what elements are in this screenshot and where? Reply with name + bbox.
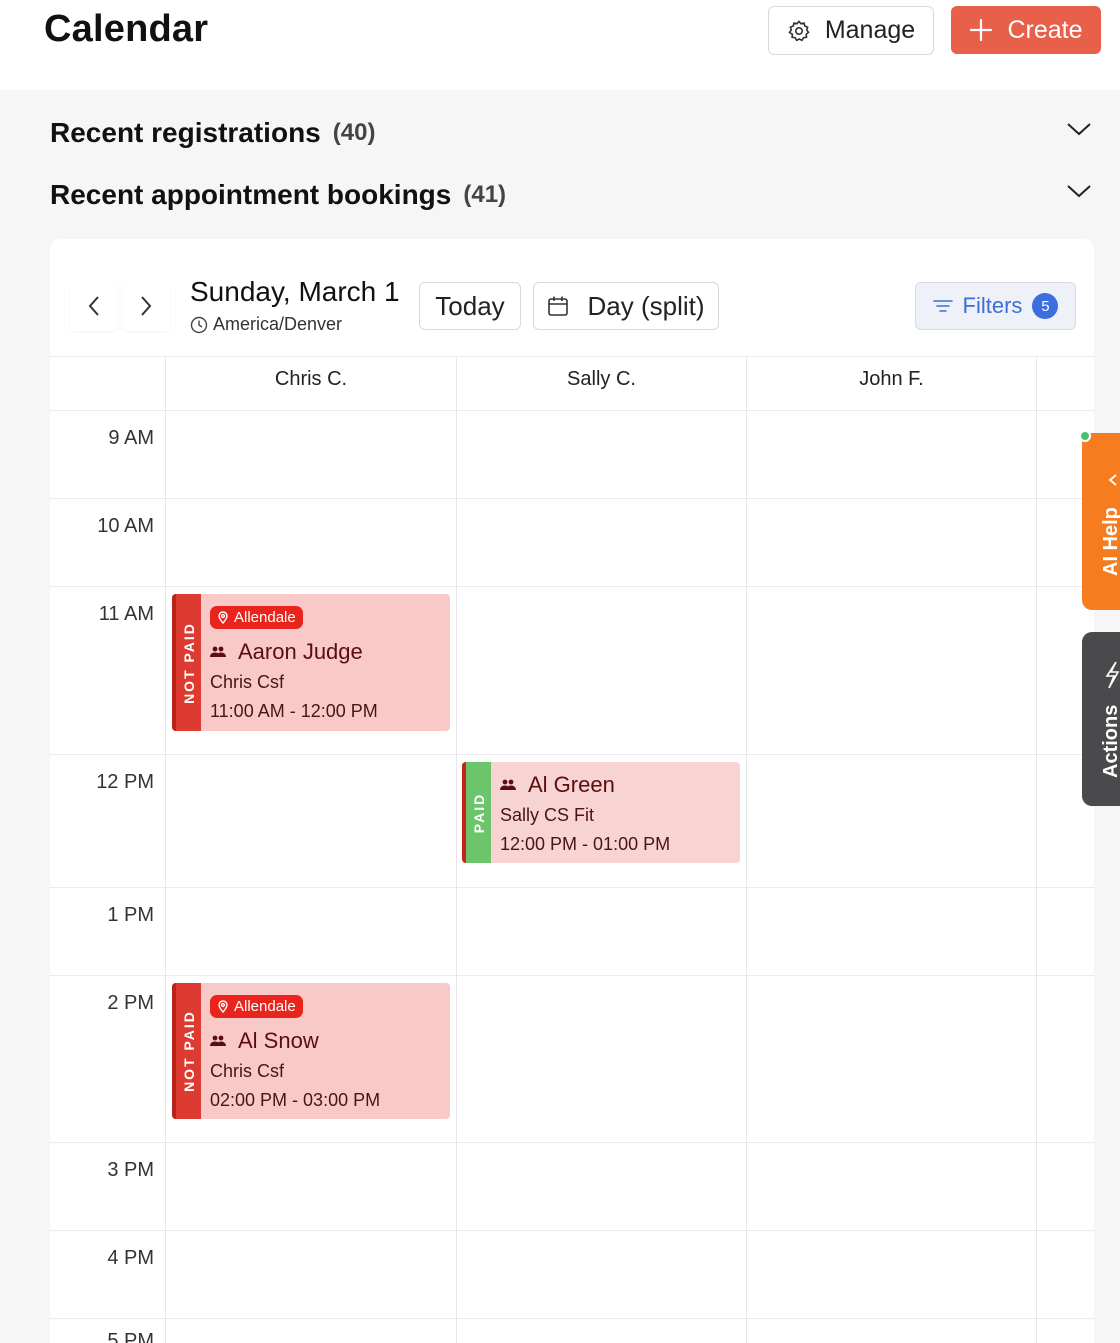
map-pin-icon xyxy=(218,1000,228,1013)
users-icon xyxy=(500,779,516,790)
hour-label: 2 PM xyxy=(107,992,154,1014)
actions-label: Actions xyxy=(1100,704,1120,778)
chevron-down-icon xyxy=(1067,123,1091,136)
client-name-text: Al Snow xyxy=(238,1028,319,1053)
grid-divider xyxy=(50,1318,1094,1319)
payment-status-label: NOT PAID xyxy=(180,1010,197,1092)
grid-divider xyxy=(50,356,1094,357)
hour-label: 11 AM xyxy=(98,603,154,625)
grid-divider xyxy=(50,975,1094,976)
location-label: Allendale xyxy=(234,998,296,1015)
filters-label: Filters xyxy=(962,293,1023,318)
actions-tab[interactable]: Actions xyxy=(1082,632,1120,806)
client-name-text: Al Green xyxy=(528,772,615,797)
recent-registrations-toggle[interactable]: Recent registrations (40) xyxy=(50,113,1094,153)
ai-help-label: AI Help xyxy=(1100,507,1120,576)
timezone-text: America/Denver xyxy=(213,314,343,334)
event-time: 12:00 PM - 01:00 PM xyxy=(500,834,671,854)
grid-divider xyxy=(50,1142,1094,1143)
service-name: Sally CS Fit xyxy=(500,805,595,825)
event-time: 02:00 PM - 03:00 PM xyxy=(210,1090,381,1110)
today-button[interactable]: Today xyxy=(419,282,521,330)
location-badge: Allendale xyxy=(210,606,303,629)
grid-divider xyxy=(50,754,1094,755)
hour-label: 3 PM xyxy=(107,1159,154,1181)
grid-divider xyxy=(50,410,1094,411)
appointment-event[interactable]: NOT PAID Allendale Al Snow Chris Csf 02:… xyxy=(172,983,450,1119)
recent-appointments-label: Recent appointment bookings xyxy=(50,179,452,210)
next-day-button[interactable] xyxy=(122,281,170,331)
ai-help-tab[interactable]: AI Help xyxy=(1082,433,1120,610)
view-label: Day (split) xyxy=(587,290,705,321)
manage-button[interactable]: Manage xyxy=(768,6,934,55)
lightning-icon xyxy=(1105,661,1120,689)
timezone-label: America/Denver xyxy=(190,314,342,335)
payment-status-label: PAID xyxy=(470,792,487,833)
previous-day-button[interactable] xyxy=(70,281,118,331)
recent-registrations-label: Recent registrations xyxy=(50,117,321,148)
users-icon xyxy=(210,1035,226,1046)
appointment-event[interactable]: NOT PAID Allendale Aaron Judge Chris Csf… xyxy=(172,594,450,731)
chevron-right-icon xyxy=(141,296,152,316)
filters-button[interactable]: Filters 5 xyxy=(915,282,1076,330)
hour-label: 9 AM xyxy=(108,427,154,449)
hour-label: 12 PM xyxy=(96,771,154,793)
gear-icon xyxy=(788,19,810,41)
page-title: Calendar xyxy=(44,8,209,50)
service-name: Chris Csf xyxy=(210,672,285,692)
grid-divider xyxy=(50,498,1094,499)
client-name: Al Snow xyxy=(210,1028,319,1054)
location-badge: Allendale xyxy=(210,995,303,1018)
payment-status-strip: PAID xyxy=(462,762,491,863)
manage-label: Manage xyxy=(824,16,916,44)
grid-divider xyxy=(50,1230,1094,1231)
chevron-down-icon xyxy=(1067,185,1091,198)
clock-icon xyxy=(190,316,208,333)
recent-appointments-count: (41) xyxy=(463,181,507,208)
current-date: Sunday, March 1 xyxy=(190,276,400,307)
hour-label: 1 PM xyxy=(107,904,154,926)
filter-icon xyxy=(932,300,953,312)
grid-divider xyxy=(50,887,1094,888)
hour-label: 4 PM xyxy=(107,1247,154,1269)
grid-divider xyxy=(50,586,1094,587)
payment-status-strip: NOT PAID xyxy=(172,983,201,1119)
map-pin-icon xyxy=(218,611,228,624)
online-status-dot xyxy=(1079,430,1091,442)
client-name: Aaron Judge xyxy=(210,639,363,665)
create-button[interactable]: Create xyxy=(951,6,1101,54)
grid-divider xyxy=(746,357,747,1343)
column-header-chris: Chris C. xyxy=(274,368,348,390)
grid-divider xyxy=(456,357,457,1343)
users-icon xyxy=(210,646,226,657)
recent-registrations-count: (40) xyxy=(332,119,376,146)
calendar-icon xyxy=(548,296,569,316)
column-header-sally: Sally C. xyxy=(567,368,636,390)
top-bar: Calendar Manage Create xyxy=(0,0,1120,90)
client-name: Al Green xyxy=(500,772,615,798)
payment-status-label: NOT PAID xyxy=(180,621,197,704)
column-header-john: John F. xyxy=(859,368,924,390)
grid-divider xyxy=(1036,357,1037,1343)
hour-label: 5 PM xyxy=(107,1330,154,1343)
client-name-text: Aaron Judge xyxy=(238,639,363,664)
view-selector[interactable]: Day (split) xyxy=(533,282,719,330)
create-label: Create xyxy=(1007,15,1083,44)
service-name: Chris Csf xyxy=(210,1061,285,1081)
recent-appointments-toggle[interactable]: Recent appointment bookings (41) xyxy=(50,175,1094,215)
chevron-left-icon xyxy=(88,296,99,316)
filters-count-badge: 5 xyxy=(1032,293,1059,319)
chevron-left-icon xyxy=(1108,474,1117,486)
payment-status-strip: NOT PAID xyxy=(172,594,201,731)
plus-icon xyxy=(970,18,993,42)
grid-divider xyxy=(165,357,166,1343)
event-time: 11:00 AM - 12:00 PM xyxy=(210,701,378,721)
appointment-event[interactable]: PAID Al Green Sally CS Fit 12:00 PM - 01… xyxy=(462,762,740,863)
location-label: Allendale xyxy=(234,609,296,626)
hour-label: 10 AM xyxy=(97,515,154,537)
